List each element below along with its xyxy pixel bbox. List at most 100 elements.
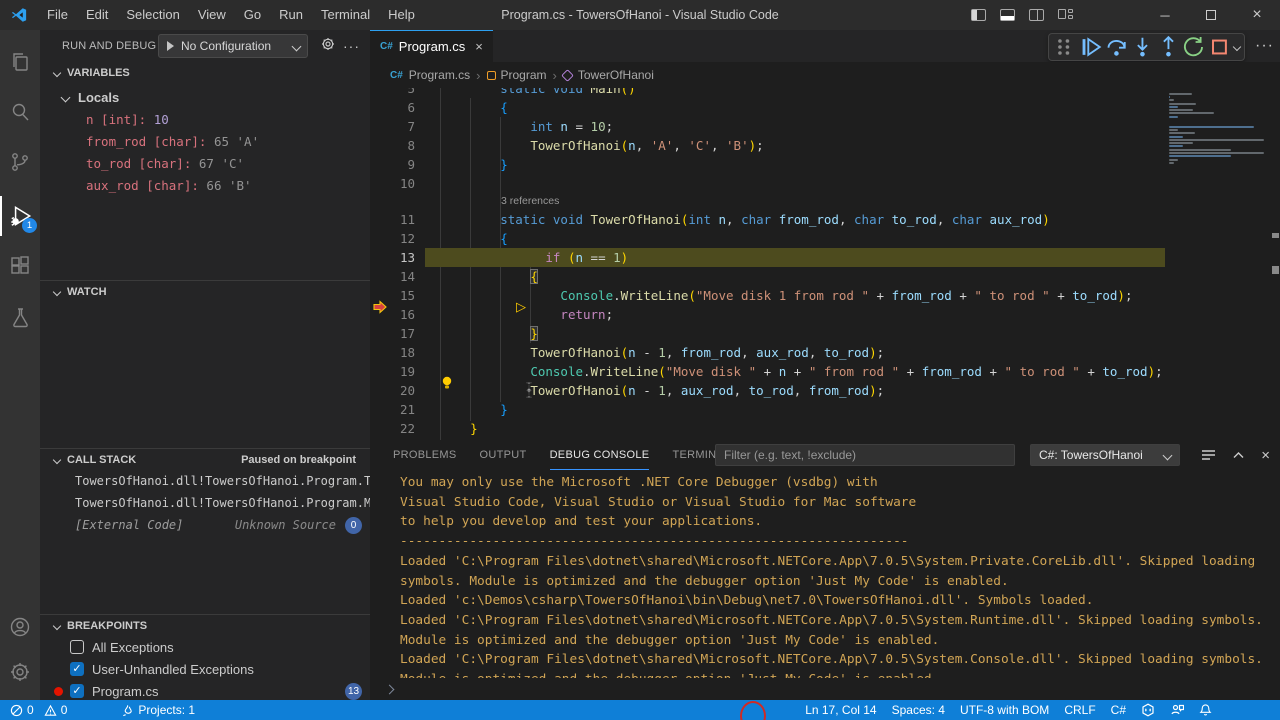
breadcrumb-file[interactable]: Program.cs — [409, 68, 470, 82]
language-mode[interactable]: C# — [1111, 703, 1126, 717]
stop-icon[interactable] — [1208, 35, 1231, 59]
breakpoint-checkbox[interactable]: ✓ — [70, 684, 84, 698]
breakpoint-row[interactable]: ✓Program.cs13 — [40, 680, 370, 702]
code-line-12[interactable]: 12 { — [370, 229, 1165, 248]
account-icon[interactable] — [0, 607, 40, 647]
code-line-9[interactable]: 9 } — [370, 155, 1165, 174]
code-line-8[interactable]: 8 TowerOfHanoi(n, 'A', 'C', 'B'); — [370, 136, 1165, 155]
restart-icon[interactable] — [1182, 35, 1205, 59]
variable-row[interactable]: from_rod [char]: 65 'A' — [40, 130, 370, 152]
breakpoint-checkbox[interactable]: ✓ — [70, 662, 84, 676]
variable-row[interactable]: to_rod [char]: 67 'C' — [40, 152, 370, 174]
code-line-11[interactable]: 11 static void TowerOfHanoi(int n, char … — [370, 210, 1165, 229]
code-line-6[interactable]: 6 { — [370, 98, 1165, 117]
toolbar-grip-icon[interactable] — [1053, 35, 1076, 59]
run-and-debug-icon[interactable]: 1 — [0, 196, 40, 236]
project-context-icon[interactable] — [1141, 703, 1155, 717]
vscode-window: FileEditSelectionViewGoRunTerminalHelp P… — [0, 0, 1280, 720]
problems-status[interactable]: 0 0 — [10, 703, 67, 717]
encoding[interactable]: UTF-8 with BOM — [960, 703, 1049, 717]
toggle-secondary-sidebar-icon[interactable] — [1029, 9, 1044, 21]
locals-group[interactable]: Locals — [40, 86, 370, 108]
menu-bar: FileEditSelectionViewGoRunTerminalHelp — [38, 0, 424, 30]
projects-status[interactable]: Projects: 1 — [121, 703, 195, 717]
stack-frame[interactable]: TowersOfHanoi.dll!TowersOfHanoi.Program.… — [40, 470, 370, 492]
minimize-button[interactable]: ─ — [1142, 0, 1188, 30]
menu-file[interactable]: File — [38, 0, 77, 30]
chevron-down-icon — [1163, 450, 1173, 460]
menu-selection[interactable]: Selection — [117, 0, 188, 30]
code-line-18[interactable]: 18 TowerOfHanoi(n - 1, from_rod, aux_rod… — [370, 343, 1165, 362]
breakpoint-checkbox[interactable] — [70, 640, 84, 654]
code-line-13[interactable]: 13 if (n == 1) — [370, 248, 1165, 267]
continue-icon[interactable] — [1079, 35, 1102, 59]
breakpoint-current-line-icon[interactable] — [372, 299, 388, 315]
more-actions-icon[interactable]: ··· — [343, 38, 360, 54]
source-control-icon[interactable] — [0, 142, 40, 182]
debug-settings-gear-icon[interactable] — [320, 36, 336, 57]
menu-edit[interactable]: Edit — [77, 0, 117, 30]
debug-configuration-dropdown[interactable]: No Configuration — [158, 34, 308, 58]
eol-sequence[interactable]: CRLF — [1064, 703, 1095, 717]
code-line-21[interactable]: 21 } — [370, 400, 1165, 419]
maximize-panel-icon[interactable] — [1232, 449, 1245, 462]
menu-view[interactable]: View — [189, 0, 235, 30]
watch-section-header[interactable]: WATCH — [40, 280, 370, 302]
maximize-button[interactable] — [1188, 0, 1234, 30]
code-line-20[interactable]: 20 TowerOfHanoi(n - 1, aux_rod, to_rod, … — [370, 381, 1165, 400]
toggle-panel-icon[interactable] — [1000, 9, 1015, 21]
menu-go[interactable]: Go — [235, 0, 270, 30]
tab-program-cs[interactable]: C# Program.cs × — [370, 30, 493, 62]
breakpoints-section-header[interactable]: BREAKPOINTS — [40, 614, 370, 636]
stack-frame[interactable]: TowersOfHanoi.dll!TowersOfHanoi.Program.… — [40, 492, 370, 514]
close-tab-icon[interactable]: × — [475, 39, 483, 54]
overview-ruler[interactable] — [1272, 79, 1280, 440]
code-lens[interactable]: 3 references — [501, 193, 559, 209]
code-line-7[interactable]: 7 int n = 10; — [370, 117, 1165, 136]
code-editor[interactable]: ▷ 5 static void Main()6 {7 int n = 10;8 … — [370, 79, 1165, 440]
feedback-icon[interactable] — [1170, 703, 1184, 717]
code-line-17[interactable]: 17 } — [370, 324, 1165, 343]
code-line-14[interactable]: 14 { — [370, 267, 1165, 286]
code-line-15[interactable]: 15 Console.WriteLine("Move disk 1 from r… — [370, 286, 1165, 305]
step-over-icon[interactable] — [1105, 35, 1128, 59]
call-stack-section-header[interactable]: CALL STACK Paused on breakpoint — [40, 448, 370, 470]
menu-run[interactable]: Run — [270, 0, 312, 30]
testing-icon[interactable] — [0, 298, 40, 338]
code-line-19[interactable]: 19 Console.WriteLine("Move disk " + n + … — [370, 362, 1165, 381]
debug-console-input[interactable] — [384, 680, 1264, 698]
variables-section-header[interactable]: VARIABLES — [40, 62, 370, 84]
minimap[interactable] — [1165, 79, 1272, 440]
toggle-sidebar-icon[interactable] — [971, 9, 986, 21]
close-button[interactable]: × — [1234, 0, 1280, 30]
notifications-bell-icon[interactable] — [1199, 703, 1212, 717]
explorer-icon[interactable] — [0, 42, 40, 82]
menu-terminal[interactable]: Terminal — [312, 0, 379, 30]
lightbulb-icon[interactable] — [440, 375, 454, 390]
debug-session-dropdown[interactable]: C#: TowersOfHanoi — [1030, 444, 1180, 466]
extensions-icon[interactable] — [0, 246, 40, 286]
code-line-22[interactable]: 22 } — [370, 419, 1165, 438]
code-line-10[interactable]: 10 — [370, 174, 1165, 193]
step-out-icon[interactable] — [1157, 35, 1180, 59]
cursor-position[interactable]: Ln 17, Col 14 — [805, 703, 876, 717]
debug-dropdown-chevron-icon[interactable] — [1233, 43, 1241, 51]
menu-help[interactable]: Help — [379, 0, 424, 30]
console-filter-input[interactable] — [715, 444, 1015, 466]
variable-row[interactable]: n [int]: 10 — [40, 108, 370, 130]
breakpoint-row[interactable]: ✓User-Unhandled Exceptions — [40, 658, 370, 680]
close-panel-icon[interactable]: × — [1261, 447, 1270, 464]
console-lines-icon[interactable] — [1201, 448, 1216, 462]
indentation[interactable]: Spaces: 4 — [892, 703, 945, 717]
breakpoint-row[interactable]: All Exceptions — [40, 636, 370, 658]
settings-gear-icon[interactable] — [0, 652, 40, 692]
breadcrumb-method[interactable]: TowerOfHanoi — [578, 68, 654, 82]
breadcrumb-class[interactable]: Program — [501, 68, 547, 82]
customize-layout-icon[interactable] — [1058, 9, 1073, 21]
code-line-16[interactable]: 16 return; — [370, 305, 1165, 324]
stack-frame[interactable]: [External Code]Unknown Source0 — [40, 514, 370, 536]
search-icon[interactable] — [0, 92, 40, 132]
editor-more-actions-icon[interactable]: ··· — [1255, 37, 1274, 55]
step-into-icon[interactable] — [1131, 35, 1154, 59]
variable-row[interactable]: aux_rod [char]: 66 'B' — [40, 174, 370, 196]
